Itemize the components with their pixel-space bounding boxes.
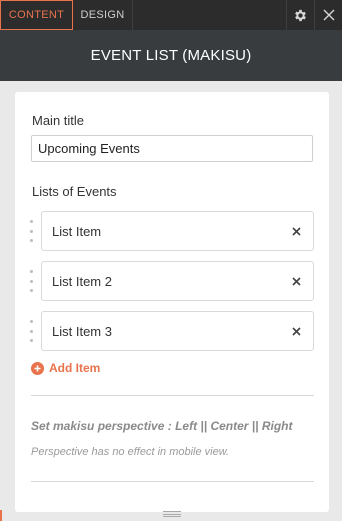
top-bar: CONTENT DESIGN [0, 0, 342, 30]
close-icon [323, 9, 334, 21]
gear-icon [295, 9, 306, 21]
settings-button[interactable] [286, 0, 314, 30]
perspective-note: Perspective has no effect in mobile view… [31, 446, 230, 458]
settings-panel: Main title Lists of Events List Item Lis… [15, 92, 329, 512]
list-item-label: List Item [52, 223, 102, 239]
drag-handle-icon[interactable] [27, 270, 35, 292]
x-icon [291, 226, 301, 236]
panel-header: EVENT LIST (MAKISU) [0, 30, 342, 81]
tab-design[interactable]: DESIGN [73, 0, 133, 30]
close-button[interactable] [314, 0, 342, 30]
resize-handle-icon[interactable] [163, 511, 181, 517]
events-list-label: Lists of Events [32, 184, 117, 199]
page-title: EVENT LIST (MAKISU) [90, 47, 252, 64]
top-bar-spacer [133, 0, 286, 30]
remove-item-button[interactable] [289, 274, 303, 288]
plus-circle-icon [31, 361, 44, 375]
drag-handle-icon[interactable] [27, 220, 35, 242]
list-item-box[interactable]: List Item [41, 211, 314, 251]
accent-marker [0, 510, 2, 521]
main-title-label: Main title [32, 113, 85, 128]
remove-item-button[interactable] [289, 224, 303, 238]
drag-handle-icon[interactable] [27, 320, 35, 342]
x-icon [291, 276, 301, 286]
divider [31, 481, 314, 482]
list-item: List Item 2 [27, 261, 317, 301]
x-icon [291, 326, 301, 336]
list-item-box[interactable]: List Item 2 [41, 261, 314, 301]
add-item-label: Add Item [49, 361, 101, 375]
list-item-label: List Item 2 [52, 273, 112, 289]
list-item: List Item 3 [27, 311, 317, 351]
list-item-box[interactable]: List Item 3 [41, 311, 314, 351]
remove-item-button[interactable] [289, 324, 303, 338]
tab-content[interactable]: CONTENT [0, 0, 73, 30]
main-title-input[interactable] [31, 135, 313, 162]
divider [31, 395, 314, 396]
add-item-button[interactable]: Add Item [31, 361, 100, 375]
list-item: List Item [27, 211, 317, 251]
perspective-label: Set makisu perspective : Left || Center … [31, 419, 293, 433]
list-item-label: List Item 3 [52, 323, 112, 339]
